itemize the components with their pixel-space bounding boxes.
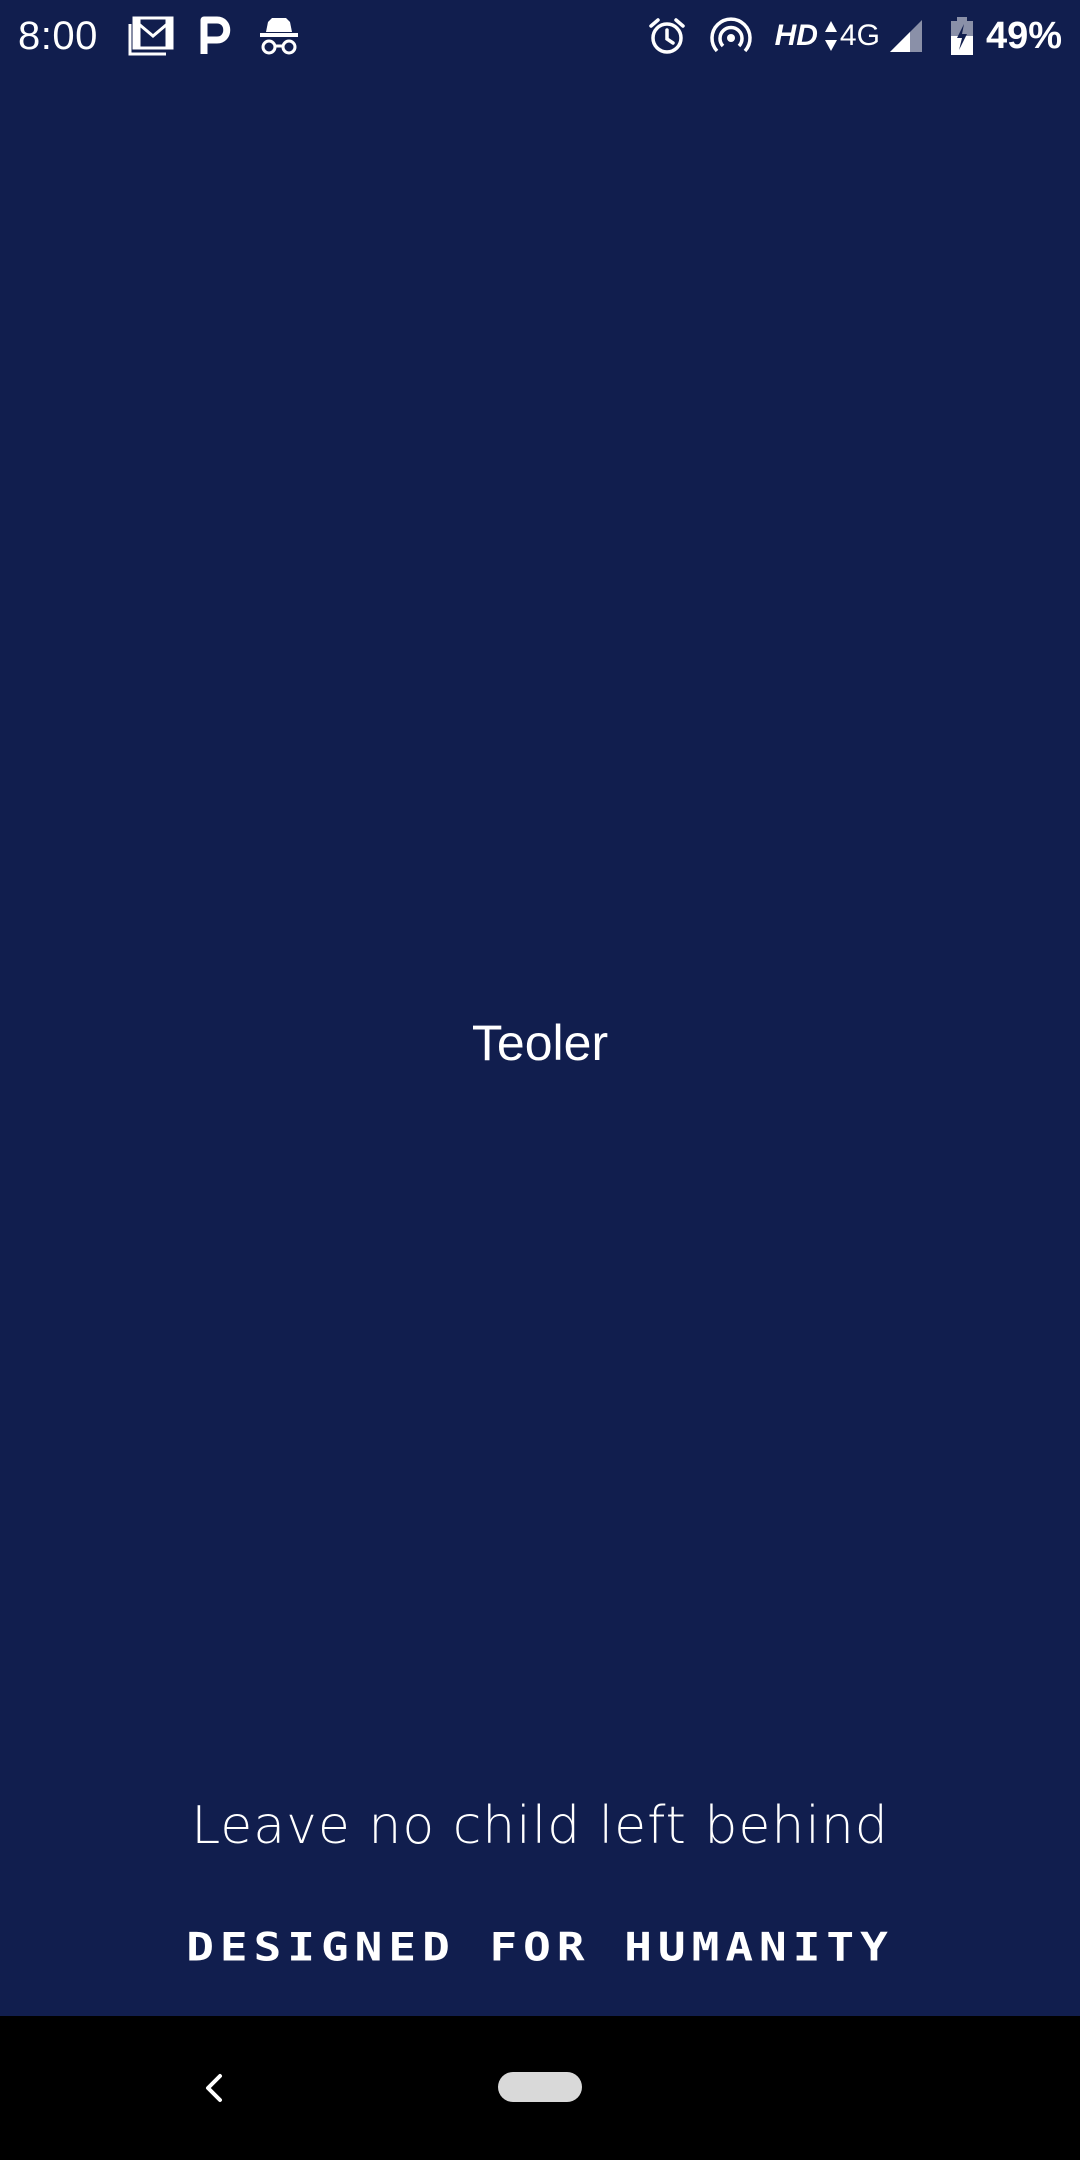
parking-p-icon <box>200 16 232 56</box>
signal-icon <box>888 18 924 54</box>
battery-percent: 49% <box>985 14 1062 57</box>
status-bar-left: 8:00 <box>18 14 326 59</box>
hotspot-icon <box>709 16 753 56</box>
incognito-icon <box>258 16 300 56</box>
gmail-icon <box>128 16 174 56</box>
status-clock: 8:00 <box>18 13 98 58</box>
brand-line: DESIGNED FOR HUMANITY <box>186 1924 894 1970</box>
app-name: Teoler <box>471 1015 609 1071</box>
status-bar: 8:00 HD 4G 49% <box>0 0 1080 72</box>
navigation-bar <box>0 2016 1080 2160</box>
back-chevron-icon <box>206 2074 222 2102</box>
home-button[interactable] <box>498 2072 582 2102</box>
hd-voice-label: HD <box>774 19 818 52</box>
battery-icon <box>950 16 974 56</box>
alarm-icon <box>647 16 687 56</box>
back-button[interactable] <box>186 2060 242 2116</box>
splash-screen: 8:00 HD 4G 49% Teoler Leave no child lef… <box>0 0 1080 2160</box>
status-bar-right: HD 4G 49% <box>625 15 1062 58</box>
network-type-label: 4G <box>839 19 880 52</box>
tagline: Leave no child left behind <box>191 1796 889 1856</box>
data-activity-icon <box>824 19 838 53</box>
